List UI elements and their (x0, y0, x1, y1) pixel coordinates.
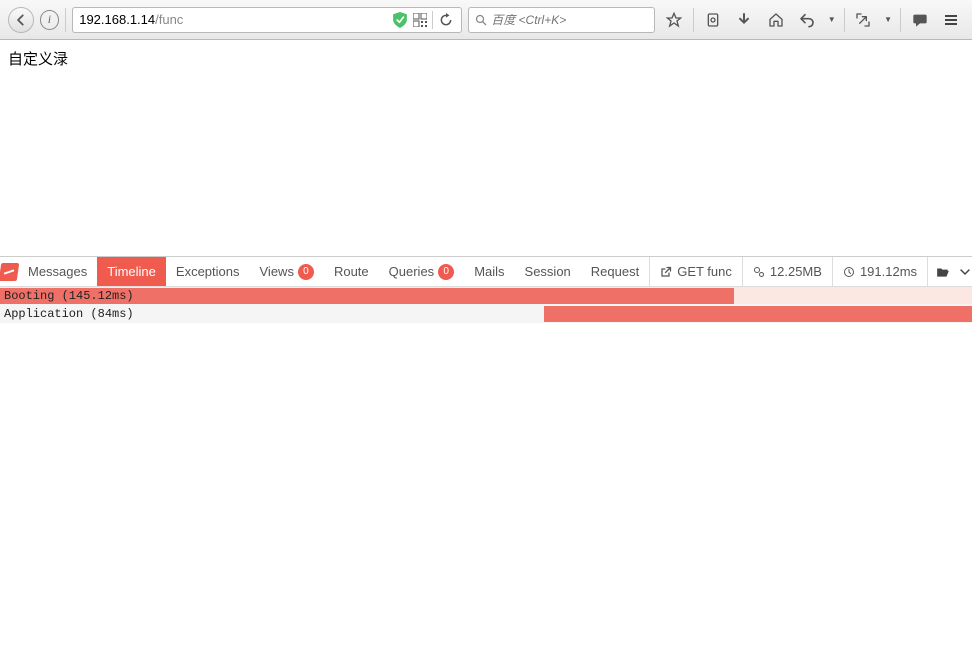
undo-dropdown[interactable]: ▼ (826, 15, 838, 24)
arrow-left-icon (14, 13, 28, 27)
folder-open-icon (936, 265, 950, 279)
time-text: 191.12ms (860, 264, 917, 279)
tab-label: Exceptions (176, 264, 240, 279)
debugbar-logo[interactable] (0, 257, 18, 286)
search-input[interactable] (491, 13, 648, 27)
timeline-label: Booting (145.12ms) (4, 287, 134, 305)
share-icon (660, 266, 672, 278)
laravel-icon (0, 263, 19, 281)
collapse-button[interactable] (954, 266, 972, 278)
separator (693, 8, 694, 32)
tab-label: Mails (474, 264, 504, 279)
tab-route[interactable]: Route (324, 257, 379, 286)
chevron-down-icon (959, 266, 971, 278)
page-content: 自定义渌 (0, 40, 972, 256)
qr-icon[interactable] (412, 12, 428, 28)
tab-label: Views (260, 264, 294, 279)
tab-label: Messages (28, 264, 87, 279)
library-button[interactable] (700, 7, 726, 33)
separator (844, 8, 845, 32)
tab-queries[interactable]: Queries0 (379, 257, 465, 286)
back-button[interactable] (8, 7, 34, 33)
home-button[interactable] (763, 7, 789, 33)
tab-timeline[interactable]: Timeline (97, 257, 166, 286)
separator (900, 8, 901, 32)
tab-label: Queries (389, 264, 435, 279)
timeline-row: Application (84ms) (0, 305, 972, 323)
search-box[interactable] (468, 7, 655, 33)
bookmark-star-button[interactable] (661, 7, 687, 33)
screenshot-dropdown[interactable]: ▼ (882, 15, 894, 24)
debugbar-memory-info: 12.25MB (742, 257, 832, 286)
clock-icon (843, 266, 855, 278)
folder-open-button[interactable] (932, 265, 954, 279)
badge: 0 (438, 264, 454, 280)
tab-views[interactable]: Views 0 (250, 257, 324, 286)
debugbar-time-info: 191.12ms (832, 257, 927, 286)
tab-exceptions[interactable]: Exceptions (166, 257, 250, 286)
debugbar-tabs: Messages Timeline Exceptions Views 0 Rout… (0, 257, 972, 287)
tab-label: Request (591, 264, 639, 279)
downloads-button[interactable] (731, 7, 757, 33)
screenshot-button[interactable] (851, 7, 877, 33)
page-heading: 自定义渌 (8, 48, 964, 69)
browser-toolbar: i 192.168.1.14/func ▼ ▼ (0, 0, 972, 40)
timeline-bar (544, 306, 972, 322)
memory-text: 12.25MB (770, 264, 822, 279)
shield-icon (392, 12, 408, 28)
tab-session[interactable]: Session (515, 257, 581, 286)
separator (65, 8, 66, 32)
timeline-panel: Booting (145.12ms) Application (84ms) (0, 287, 972, 323)
reload-button[interactable] (437, 11, 455, 29)
url-text: 192.168.1.14/func (79, 12, 388, 27)
tab-messages[interactable]: Messages (18, 257, 97, 286)
undo-button[interactable] (794, 7, 820, 33)
tab-label: Session (525, 264, 571, 279)
request-text: GET func (677, 264, 732, 279)
search-icon (475, 14, 487, 26)
chat-button[interactable] (907, 7, 933, 33)
debugbar-request-info[interactable]: GET func (649, 257, 742, 286)
tab-label: Timeline (107, 264, 156, 279)
timeline-label: Application (84ms) (4, 305, 134, 323)
tab-request[interactable]: Request (581, 257, 649, 286)
debugbar: Messages Timeline Exceptions Views 0 Rout… (0, 256, 972, 323)
debugbar-controls (927, 257, 972, 286)
hamburger-menu-button[interactable] (938, 7, 964, 33)
tab-label: Route (334, 264, 369, 279)
cogs-icon (753, 266, 765, 278)
site-info-button[interactable]: i (40, 10, 60, 30)
badge: 0 (298, 264, 314, 280)
separator (432, 11, 433, 29)
url-bar[interactable]: 192.168.1.14/func (72, 7, 462, 33)
timeline-row: Booting (145.12ms) (0, 287, 972, 305)
tab-mails[interactable]: Mails (464, 257, 514, 286)
